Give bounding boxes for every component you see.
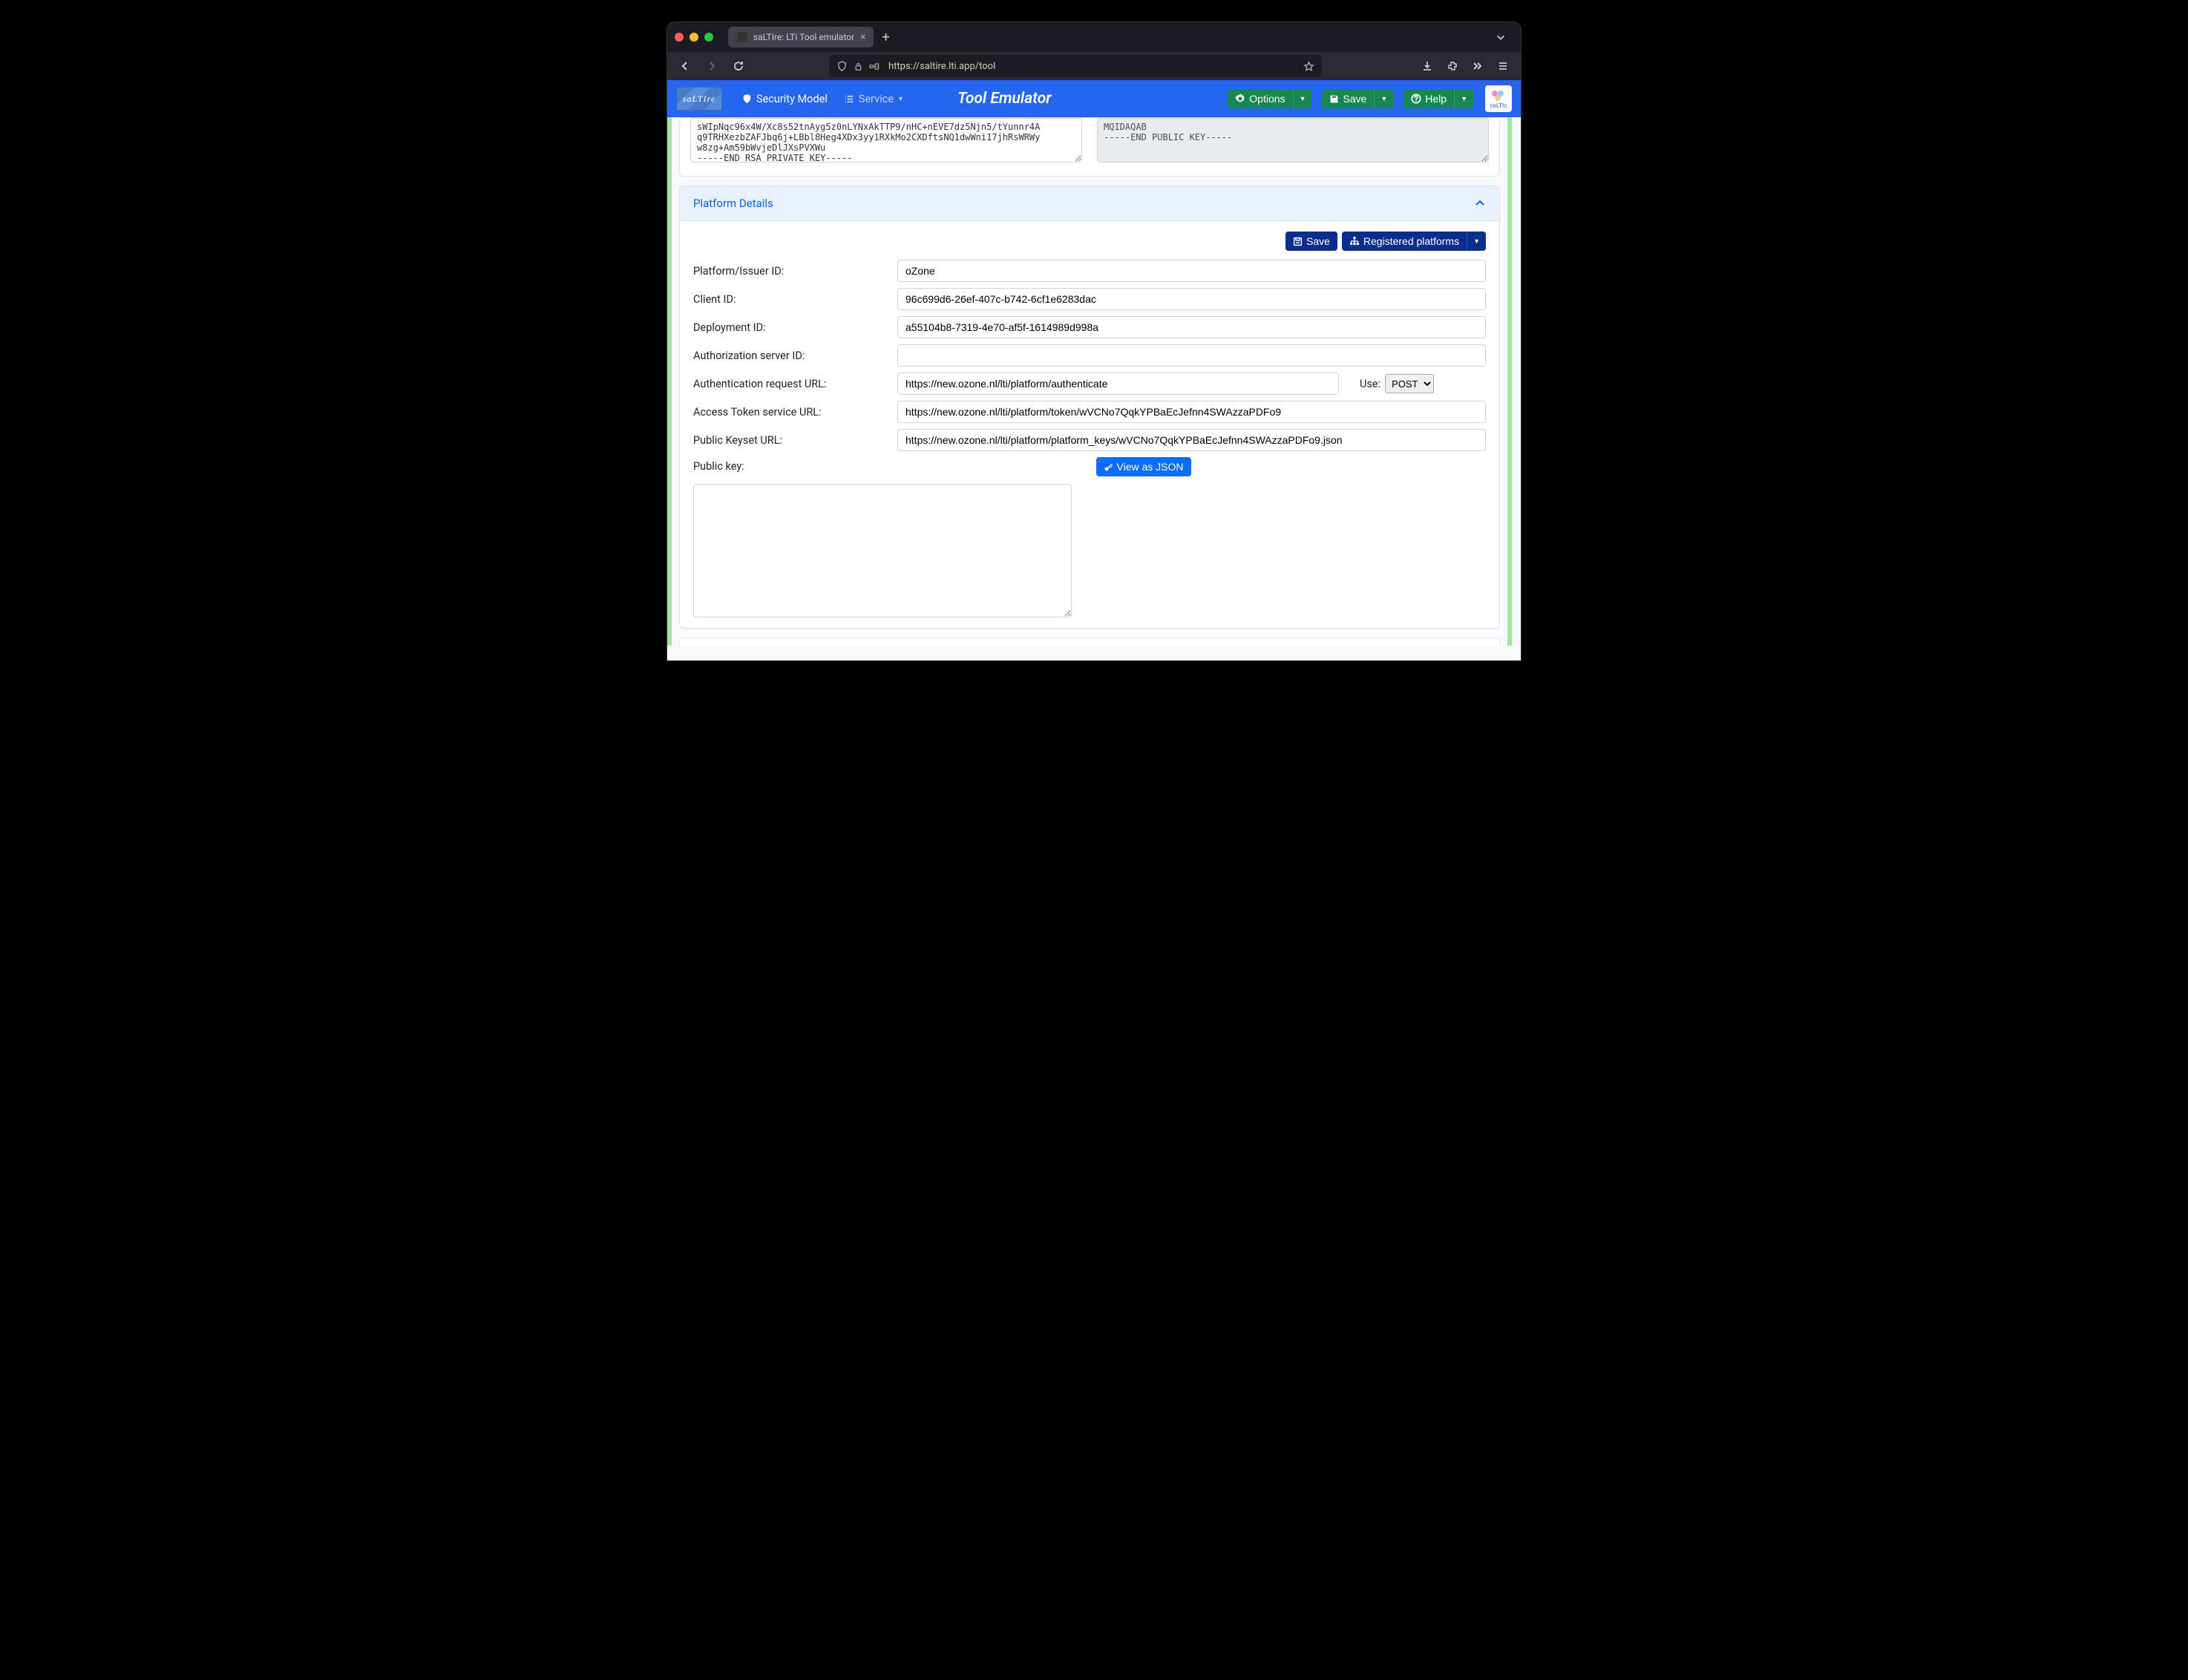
private-key-textarea[interactable] [690,118,1082,163]
save-icon [1329,94,1339,104]
titlebar: saLTIre: LTI Tool emulator × + [667,22,1521,52]
page-title: Tool Emulator [957,90,1052,108]
window-minimize[interactable] [690,33,698,42]
sitemap-icon [1349,236,1360,246]
traffic-lights [675,33,713,42]
deployment-id-input[interactable] [897,316,1486,338]
back-button[interactable] [675,56,695,76]
platform-profile-card: Platform Profile [679,637,1500,646]
public-key-label: Public key: [693,457,890,473]
tab-close-icon[interactable]: × [860,31,865,43]
celtic-badge[interactable]: ceLTIc [1485,85,1512,112]
options-caret[interactable]: ▼ [1293,89,1312,108]
save-icon [1293,237,1303,246]
permissions-icon[interactable] [869,62,882,71]
auth-server-id-label: Authorization server ID: [693,350,890,362]
browser-window: saLTIre: LTI Tool emulator × + https://s… [667,22,1521,660]
tab-strip: saLTIre: LTI Tool emulator × + [728,27,896,47]
new-tab-button[interactable]: + [877,30,896,45]
help-button[interactable]: Help [1403,89,1454,108]
help-button-group: Help ▼ [1403,89,1473,108]
window-close[interactable] [675,33,684,42]
nav-save-button[interactable]: Save [1322,89,1374,108]
save-button[interactable]: Save [1285,232,1337,251]
keys-card [679,117,1500,177]
help-caret[interactable]: ▼ [1454,89,1473,108]
gear-icon [1235,93,1245,104]
client-id-label: Client ID: [693,293,890,306]
use-label: Use: [1360,378,1380,390]
platform-issuer-label: Platform/Issuer ID: [693,265,890,278]
left-accent-bar [667,117,672,646]
url-bar[interactable]: https://saltire.lti.app/tool [829,55,1322,77]
browser-toolbar: https://saltire.lti.app/tool [667,52,1521,80]
extensions-icon[interactable] [1442,56,1463,76]
options-button[interactable]: Options [1228,89,1292,108]
caret-down-icon: ▼ [1380,95,1387,102]
tab-list-chevron-icon[interactable] [1488,32,1513,42]
reload-button[interactable] [728,56,749,76]
platform-issuer-input[interactable] [897,260,1486,282]
lock-icon[interactable] [854,62,863,71]
list-icon [844,93,855,105]
favicon-icon [737,32,747,42]
public-keyset-url-label: Public Keyset URL: [693,434,890,447]
auth-request-url-label: Authentication request URL: [693,378,890,390]
bookmark-star-icon[interactable] [1303,61,1314,72]
caret-down-icon: ▼ [1300,95,1306,102]
platform-details-card: Platform Details Save [679,186,1500,629]
use-method-select[interactable]: POST [1385,374,1434,393]
client-id-input[interactable] [897,288,1486,310]
right-accent-bar [1507,117,1512,646]
celtic-logo-icon [1490,89,1507,102]
auth-server-id-input[interactable] [897,344,1486,367]
page-content: saLTIre Security Model Service ▼ Tool Em… [667,80,1521,660]
platform-details-header[interactable]: Platform Details [680,186,1499,221]
access-token-url-label: Access Token service URL: [693,406,890,419]
auth-request-url-input[interactable] [897,373,1339,395]
shield-icon [741,93,753,105]
deployment-id-label: Deployment ID: [693,321,890,334]
shield-icon[interactable] [836,61,848,72]
app-navbar: saLTIre Security Model Service ▼ Tool Em… [667,80,1521,117]
menu-icon[interactable] [1493,56,1513,76]
view-as-json-button[interactable]: View as JSON [1096,457,1191,476]
registered-platforms-button[interactable]: Registered platforms [1342,232,1467,251]
caret-down-icon: ▼ [1473,237,1480,245]
platform-details-body: Save Registered platforms ▼ [680,221,1499,628]
url-text: https://saltire.lti.app/tool [888,61,995,72]
forward-button[interactable] [701,56,722,76]
registered-platforms-caret[interactable]: ▼ [1467,232,1486,251]
options-button-group: Options ▼ [1228,89,1311,108]
logo[interactable]: saLTIre [676,87,722,111]
save-caret[interactable]: ▼ [1374,89,1393,108]
platform-profile-header[interactable]: Platform Profile [680,638,1499,646]
nav-service-dropdown[interactable]: Service ▼ [841,93,907,105]
nav-security-model[interactable]: Security Model [738,93,831,105]
public-keyset-url-input[interactable] [897,429,1486,451]
public-key-textarea[interactable] [1097,118,1489,163]
main-scroll: Platform Details Save [673,117,1506,646]
window-maximize[interactable] [704,33,713,42]
overflow-icon[interactable] [1467,56,1488,76]
save-button-group: Save ▼ [1322,89,1393,108]
tab-title: saLTIre: LTI Tool emulator [753,32,854,42]
access-token-url-input[interactable] [897,401,1486,423]
caret-down-icon: ▼ [1461,95,1467,102]
chevron-up-icon [1474,197,1486,209]
browser-tab[interactable]: saLTIre: LTI Tool emulator × [728,27,874,47]
caret-down-icon: ▼ [897,95,904,103]
downloads-icon[interactable] [1417,56,1438,76]
help-icon [1411,93,1421,104]
public-key-textarea-form[interactable] [693,484,1072,617]
key-icon [1104,462,1113,472]
